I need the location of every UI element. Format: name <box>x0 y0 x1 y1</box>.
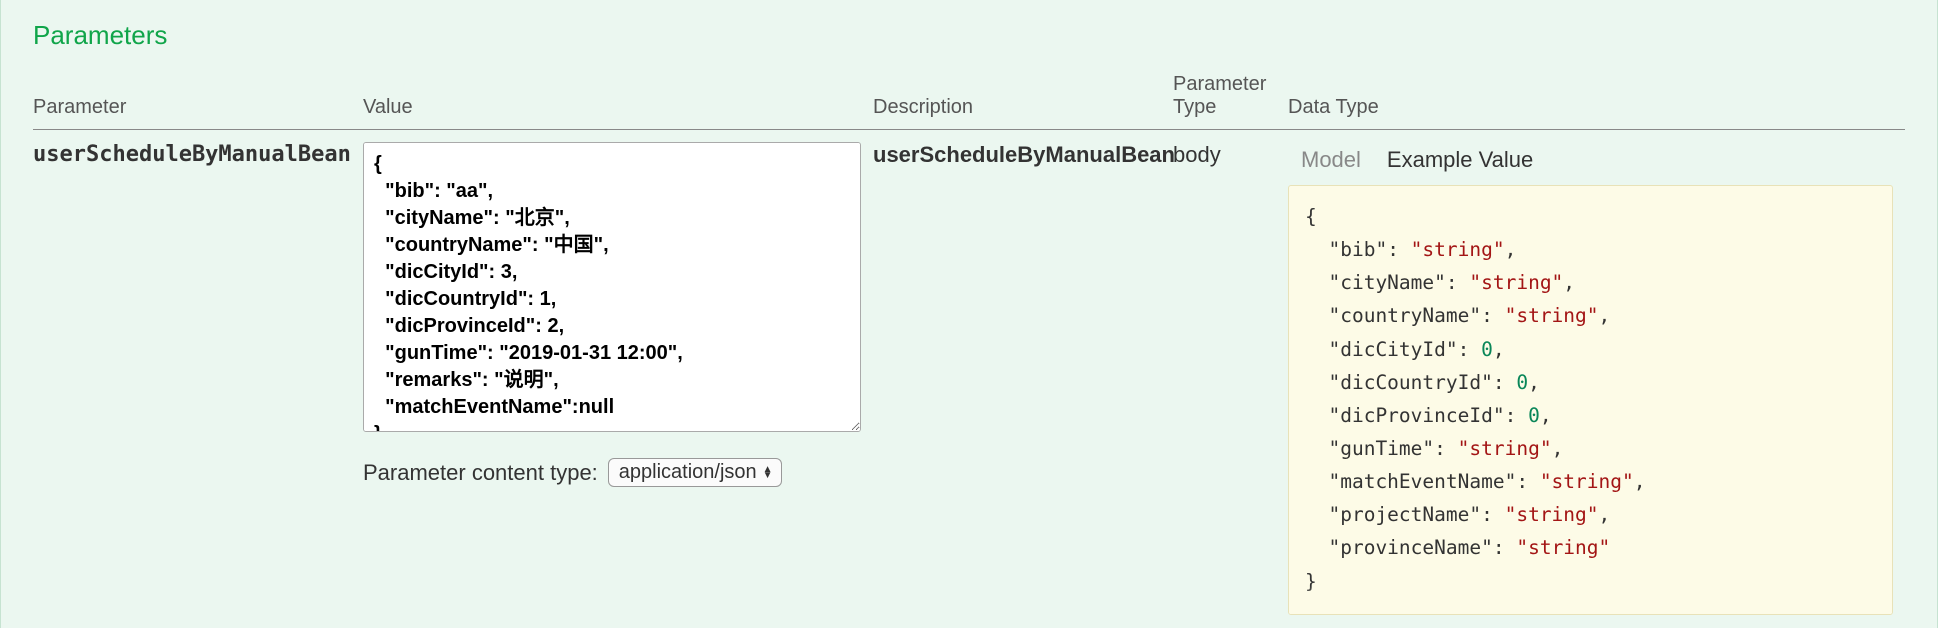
col-header-description: Description <box>873 67 1173 130</box>
content-type-value: application/json <box>619 461 757 484</box>
table-header-row: Parameter Value Description Parameter Ty… <box>33 67 1905 130</box>
col-header-parameter: Parameter <box>33 67 363 130</box>
parameter-name: userScheduleByManualBean <box>33 142 351 167</box>
parameters-section: Parameters Parameter Value Description P… <box>0 0 1938 628</box>
col-header-data-type: Data Type <box>1288 67 1905 130</box>
value-textarea[interactable] <box>363 142 861 432</box>
example-value-box[interactable]: { "bib": "string", "cityName": "string",… <box>1288 185 1893 615</box>
content-type-row: Parameter content type: application/json… <box>363 458 861 487</box>
section-title: Parameters <box>33 20 1905 51</box>
col-header-parameter-type: Parameter Type <box>1173 67 1288 130</box>
content-type-label: Parameter content type: <box>363 460 598 486</box>
chevron-up-down-icon: ▲▼ <box>763 467 773 479</box>
table-row: userScheduleByManualBean Parameter conte… <box>33 130 1905 628</box>
content-type-select[interactable]: application/json ▲▼ <box>608 458 782 487</box>
tab-example-value[interactable]: Example Value <box>1374 142 1546 179</box>
parameter-description: userScheduleByManualBean <box>873 142 1175 167</box>
tab-model[interactable]: Model <box>1288 142 1374 179</box>
datatype-tabs: Model Example Value <box>1288 142 1893 179</box>
parameter-type: body <box>1173 142 1221 167</box>
col-header-value: Value <box>363 67 873 130</box>
parameters-table: Parameter Value Description Parameter Ty… <box>33 67 1905 627</box>
